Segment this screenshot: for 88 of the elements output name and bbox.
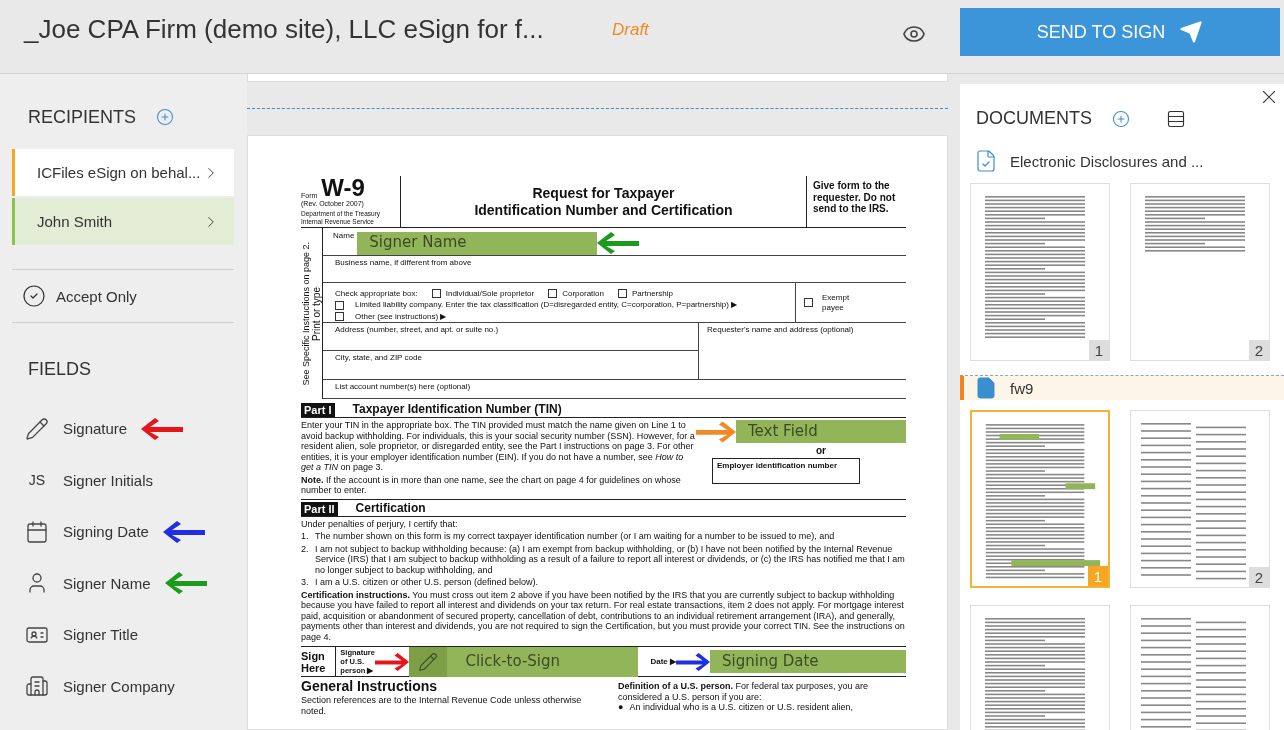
- bullet-icon: ●: [618, 702, 624, 712]
- field-label: Name: [333, 231, 355, 242]
- pencil-icon: [25, 416, 49, 441]
- paragraph: The number shown on this form is my correct taxpayer identification number (or I am waiting for a number to be issued to me), and: [315, 531, 835, 542]
- file-icon: [974, 376, 998, 400]
- field-label: List account number(s) here (optional): [335, 382, 471, 393]
- side-label: See Specific Instructions on page 2.: [300, 241, 311, 386]
- recipient-name: ICFiles eSign on behal...: [37, 164, 202, 181]
- initials-icon: JS: [23, 472, 51, 489]
- checkbox-label: Limited liability company. Enter the tax classification (D=disregarded entity, C=corporation, P=partnership) ▶: [355, 300, 738, 310]
- text-field[interactable]: Text Field: [736, 420, 906, 443]
- field-label: Requester's name and address (optional): [707, 325, 854, 334]
- ein-field: Employer identification number: [712, 457, 860, 484]
- item-number: 3.: [301, 577, 310, 588]
- checkbox[interactable]: [548, 288, 558, 298]
- document-check-icon: [974, 149, 998, 173]
- fields-heading: FIELDS: [28, 358, 92, 380]
- page-number: 2: [1249, 567, 1269, 587]
- page-number: 2: [1249, 340, 1269, 360]
- side-label: Print or type: [310, 286, 323, 341]
- item-number: 1.: [301, 531, 310, 542]
- paragraph: I am a U.S. citizen or other U.S. person (defined below).: [315, 577, 539, 588]
- field-item[interactable]: Signer Title: [63, 626, 139, 644]
- field-label: Address (number, street, and apt. or suite no.): [335, 325, 499, 336]
- part-label: Part I: [301, 403, 335, 417]
- checkbox[interactable]: [431, 288, 441, 298]
- part-title: Taxpayer Identification Number (TIN): [352, 403, 562, 417]
- checkbox-label: Individual/Sole proprietor: [445, 288, 535, 298]
- field-item[interactable]: Signing Date: [63, 523, 149, 541]
- document-name: fw9: [1010, 379, 1034, 397]
- accept-only-label[interactable]: Accept Only: [56, 287, 137, 305]
- checkbox[interactable]: [335, 300, 344, 310]
- field-item[interactable]: Signer Initials: [63, 471, 154, 489]
- document-title: _Joe CPA Firm (demo site), LLC eSign for f...: [24, 14, 545, 45]
- documents-heading: DOCUMENTS: [976, 108, 1092, 129]
- form-number: W-9: [321, 176, 365, 200]
- form-title: Request for Taxpayer: [532, 185, 675, 202]
- document-item[interactable]: Electronic Disclosures and ...: [960, 149, 1284, 173]
- form-title: Identification Number and Certification: [474, 201, 733, 218]
- field-label: Check appropriate box:: [335, 288, 418, 298]
- building-icon: [25, 674, 49, 699]
- checkbox-label: Exempt payee: [822, 293, 851, 312]
- or-label: or: [816, 445, 826, 457]
- recipient-item[interactable]: ICFiles eSign on behal...: [12, 149, 234, 196]
- add-recipient-button[interactable]: [156, 108, 175, 126]
- part-label: Part II: [301, 501, 338, 516]
- signing-date-field[interactable]: Signing Date: [710, 650, 906, 673]
- list-view-button[interactable]: [1166, 108, 1186, 129]
- document-item[interactable]: fw9: [960, 375, 1284, 400]
- checkbox-label: Partnership: [632, 288, 673, 298]
- paragraph: Definition of a U.S. person. For federal tax purposes, you are considered a U.S. person if you are:: [618, 681, 869, 702]
- add-document-button[interactable]: [1112, 109, 1130, 128]
- status-label: Draft: [612, 20, 649, 40]
- checkbox[interactable]: [804, 298, 813, 307]
- paragraph: Enter your TIN in the appropriate box. The TIN provided must match the name given on Line 1 to avoid backup withholding. For individuals, this is your social security number (SSN). However, for a resident alien, sole proprietor, or disregarded entity, see the Part I instructions on page 3. For other entities, it is your employer identification number (EIN). If you do not have a number, see How to get a TIN on page 3.: [301, 420, 695, 472]
- paragraph: Certification instructions. You must cross out item 2 above if you have been notified by the IRS that you are currently subject to backup withholding because you have failed to report all interest and dividends on your tax return. For real estate transactions, item 2 does not apply. For mortgage interest paid, acquisition or abandonment of secured property, cancellation of debt, contributions to an individual retirement arrangement (IRA), and generally, payments other than interest and dividends, you are not required to sign the Certification, but you must provide your correct TIN. See the instructions on page 4.: [301, 589, 905, 642]
- calendar-icon: [25, 519, 49, 544]
- checkbox-label: Other (see instructions) ▶: [355, 312, 447, 322]
- paragraph: Section references are to the Internal Revenue Code unless otherwise noted.: [301, 695, 582, 716]
- signer-name-field[interactable]: Signer Name: [357, 231, 598, 255]
- item-number: 2.: [301, 543, 310, 556]
- checkbox[interactable]: [335, 312, 344, 322]
- paragraph: An individual who is a U.S. citizen or U.S. resident alien,: [629, 702, 854, 712]
- field-item[interactable]: Signer Name: [63, 574, 151, 592]
- pencil-icon: [418, 651, 439, 672]
- page-number: 1: [1088, 566, 1108, 586]
- instruction-text: Give form to the requester. Do not send to the IRS.: [813, 180, 896, 214]
- field-label: City, state, and ZIP code: [335, 353, 422, 364]
- section-heading: General Instructions: [301, 679, 439, 694]
- recipients-heading: RECIPIENTS: [28, 106, 137, 128]
- send-icon: [1179, 20, 1204, 44]
- check-circle-icon: [22, 284, 46, 308]
- page-number: 1: [1089, 340, 1109, 360]
- sign-here-label: Sign Here: [301, 647, 337, 676]
- recipient-item[interactable]: John Smith: [12, 198, 234, 245]
- field-label: Business name, if different from above: [335, 258, 472, 269]
- date-label: Date ▶: [650, 656, 676, 667]
- click-to-sign-field[interactable]: Click-to-Sign: [409, 646, 639, 677]
- paragraph: I am not subject to backup withholding because: (a) I am exempt from backup withholding, or (b) I have not been notified by the Internal Revenue Service (IRS) that I am subject to backup withholding as a result of a failure to report all interest or dividends, or (c) the IRS has notified me that I am no longer subject to backup withholding, and: [315, 543, 906, 575]
- field-item[interactable]: Signer Company: [63, 677, 175, 695]
- paragraph: Note. If the account is in more than one name, see the chart on page 4 for guidelines on whose number to enter.: [301, 474, 681, 495]
- part-title: Certification: [355, 501, 426, 516]
- checkbox[interactable]: [618, 288, 628, 298]
- field-item[interactable]: Signature: [63, 420, 128, 438]
- checkbox-label: Corporation: [562, 288, 605, 298]
- document-name: Electronic Disclosures and ...: [1010, 152, 1204, 170]
- paragraph: Under penalties of perjury, I certify that:: [301, 518, 458, 529]
- recipient-name: John Smith: [37, 213, 114, 230]
